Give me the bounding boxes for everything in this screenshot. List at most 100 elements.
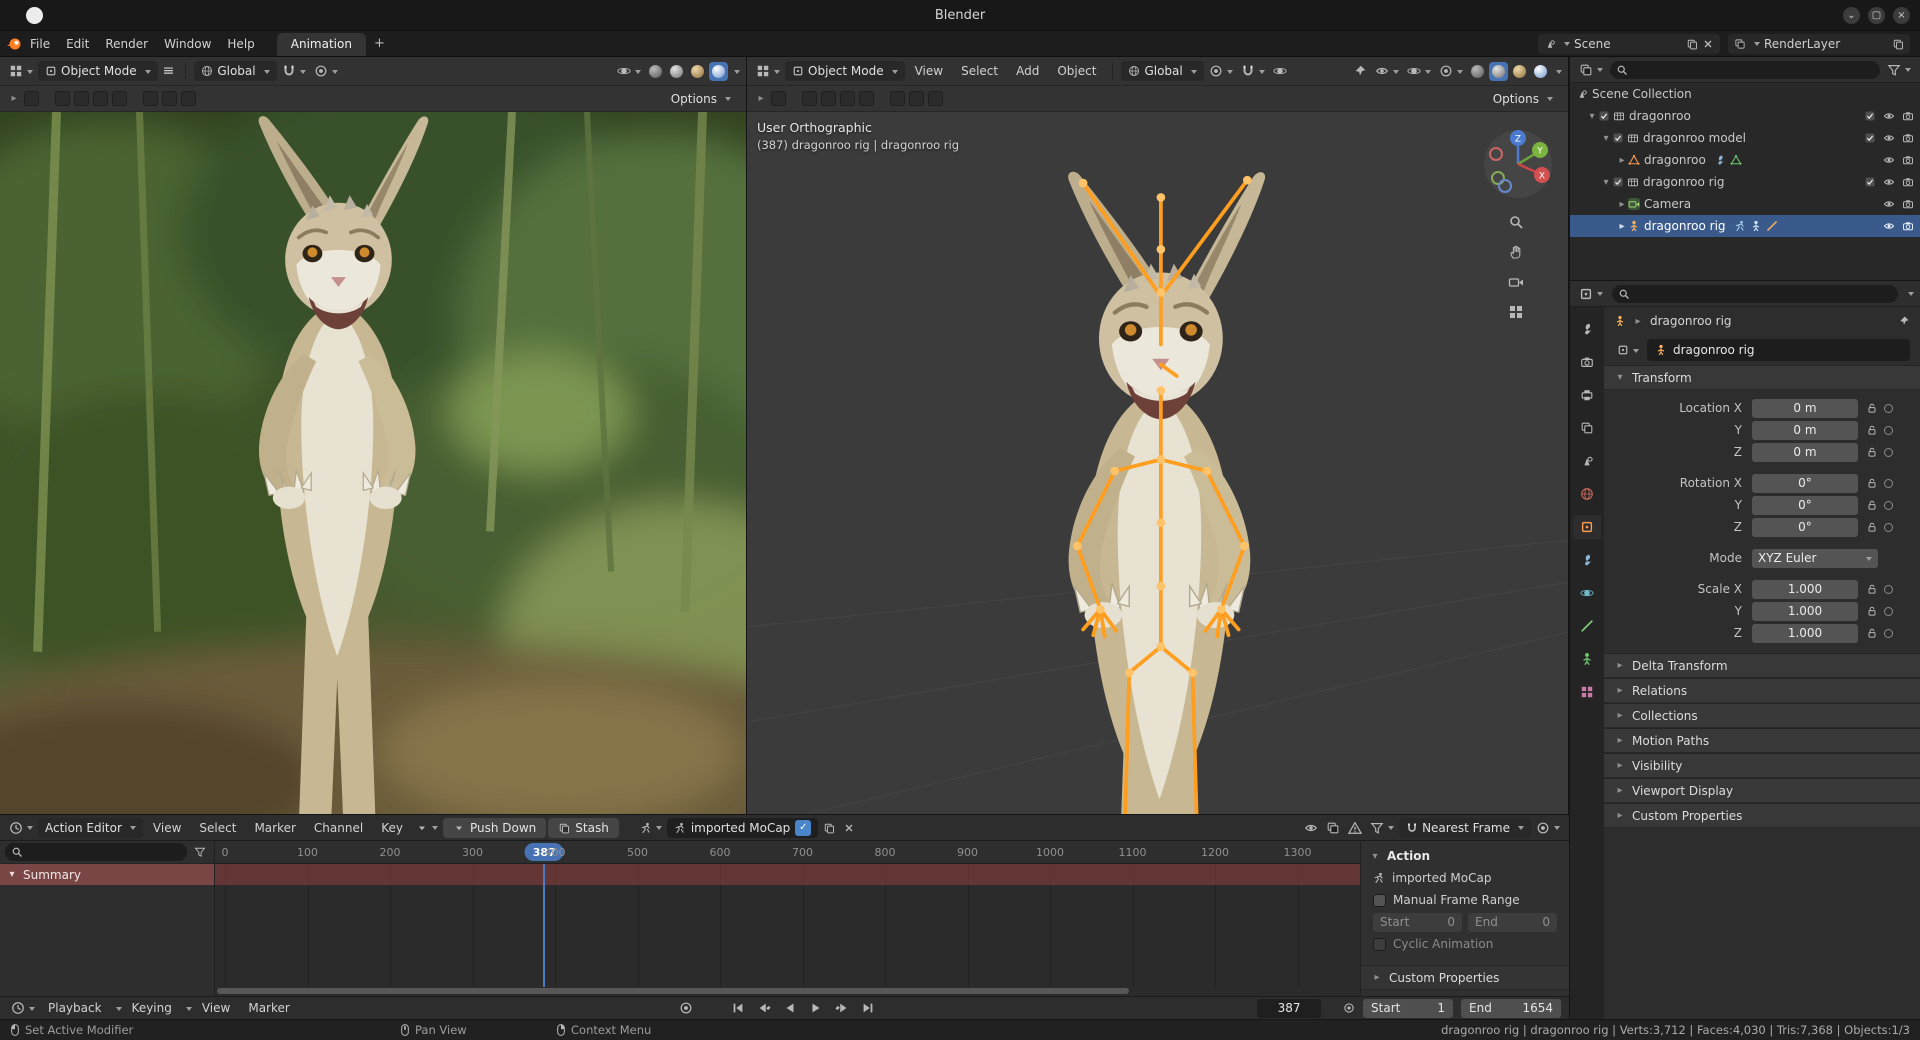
render-camera-icon[interactable]: [1902, 198, 1914, 210]
tab-output[interactable]: [1573, 383, 1601, 407]
armature-data-icon[interactable]: [1750, 220, 1762, 232]
pan-hand-icon[interactable]: [1503, 239, 1529, 265]
expand-arrow[interactable]: ▾: [1600, 133, 1612, 144]
layer-prev-dropdown[interactable]: [413, 818, 441, 838]
manual-frame-range-row[interactable]: Manual Frame Range: [1361, 889, 1569, 911]
lock-icon[interactable]: [1866, 477, 1878, 489]
eye-icon[interactable]: [1883, 176, 1895, 188]
menu-key[interactable]: Key: [373, 819, 411, 837]
lock-icon[interactable]: [1866, 424, 1878, 436]
new-scene-icon[interactable]: [1686, 38, 1698, 50]
menu-marker[interactable]: Marker: [240, 999, 297, 1017]
previous-keyframe-button[interactable]: [752, 999, 776, 1018]
mode-dropdown[interactable]: Object Mode: [38, 61, 158, 81]
menu-channel[interactable]: Channel: [306, 819, 371, 837]
frame-start-field[interactable]: Start1: [1363, 999, 1453, 1018]
action-selector-button[interactable]: [637, 818, 665, 838]
shading-solid-button[interactable]: [667, 62, 686, 81]
channel-filter-icon[interactable]: [191, 842, 209, 862]
outliner-row-collection[interactable]: ▾ dragonroo rig: [1570, 171, 1920, 193]
checkbox-icon[interactable]: [1598, 110, 1610, 122]
render-camera-icon[interactable]: [1902, 110, 1914, 122]
current-frame-field[interactable]: 387: [1257, 999, 1321, 1018]
menu-marker[interactable]: Marker: [246, 819, 303, 837]
gizmos-toggle[interactable]: [1404, 61, 1434, 81]
section-viewport-display[interactable]: ▸Viewport Display: [1604, 778, 1920, 803]
fake-user-shield-icon[interactable]: ✓: [795, 820, 811, 836]
manual-frame-range-checkbox[interactable]: [1373, 894, 1386, 907]
menu-window[interactable]: Window: [156, 35, 219, 53]
start-frame-field[interactable]: Start0: [1373, 913, 1462, 932]
editor-type-button[interactable]: [6, 61, 36, 81]
lock-icon[interactable]: [1866, 499, 1878, 511]
scale-x-field[interactable]: 1.000: [1752, 580, 1858, 599]
checkbox-icon[interactable]: [1864, 176, 1876, 188]
snap-mode-dropdown[interactable]: Nearest Frame: [1399, 818, 1531, 838]
outliner-row-armature-selected[interactable]: ▸ dragonroo rig: [1570, 215, 1920, 237]
transform-section-header[interactable]: ▾Transform: [1604, 365, 1920, 390]
zoom-icon[interactable]: [1503, 209, 1529, 235]
expand-arrow[interactable]: ▸: [1616, 155, 1628, 166]
eye-icon[interactable]: [1883, 220, 1895, 232]
menu-view[interactable]: View: [145, 819, 189, 837]
visibility-toggles-button[interactable]: [1372, 61, 1402, 81]
outliner-row-collection[interactable]: ▾ dragonroo: [1570, 105, 1920, 127]
tool-toggle[interactable]: [24, 91, 39, 106]
toggle-ortho-icon[interactable]: [1503, 299, 1529, 325]
frame-end-field[interactable]: End1654: [1461, 999, 1561, 1018]
panel-collapse-arrow[interactable]: ▸: [8, 93, 20, 104]
shading-rendered-button[interactable]: [709, 62, 728, 81]
view-layer-selector[interactable]: RenderLayer: [1728, 34, 1910, 54]
scale-y-field[interactable]: 1.000: [1752, 602, 1858, 621]
camera-view-icon[interactable]: [1503, 269, 1529, 295]
collapsed-menus-button[interactable]: ≡: [160, 61, 178, 81]
jump-to-start-button[interactable]: [726, 999, 750, 1018]
unlink-scene-icon[interactable]: [1702, 38, 1714, 50]
expand-arrow[interactable]: ▾: [1586, 111, 1598, 122]
filter-icon[interactable]: [1884, 60, 1914, 80]
shading-material-button[interactable]: [1510, 62, 1529, 81]
next-keyframe-button[interactable]: [830, 999, 854, 1018]
tool-toggle[interactable]: [890, 91, 905, 106]
tab-modifiers[interactable]: [1573, 548, 1601, 572]
close-button[interactable]: ×: [1893, 7, 1910, 24]
navigation-gizmo[interactable]: Z Y X: [1478, 126, 1554, 202]
options-dropdown[interactable]: Options: [664, 89, 738, 109]
timeline-region[interactable]: 387 010020030040050060070080090010001100…: [215, 841, 1360, 996]
custom-properties-section[interactable]: ▸Custom Properties: [1361, 965, 1569, 990]
tool-toggle[interactable]: [162, 91, 177, 106]
section-collections[interactable]: ▸Collections: [1604, 703, 1920, 728]
outliner-search-input[interactable]: [1610, 61, 1880, 79]
tab-data[interactable]: [1573, 647, 1601, 671]
tool-toggle[interactable]: [74, 91, 89, 106]
cyclic-animation-row[interactable]: Cyclic Animation: [1361, 933, 1569, 955]
animate-dot[interactable]: [1884, 629, 1893, 638]
tool-toggle[interactable]: [802, 91, 817, 106]
tool-toggle[interactable]: [840, 91, 855, 106]
shading-wireframe-button[interactable]: [646, 62, 665, 81]
maximize-button[interactable]: ▢: [1868, 7, 1885, 24]
scene-selector[interactable]: Scene: [1538, 34, 1720, 54]
shading-solid-button[interactable]: [1489, 62, 1508, 81]
cyclic-animation-checkbox[interactable]: [1373, 938, 1386, 951]
object-name-field[interactable]: dragonroo rig: [1647, 339, 1910, 361]
tab-texture[interactable]: [1573, 680, 1601, 704]
eye-icon[interactable]: [1883, 198, 1895, 210]
editor-type-button[interactable]: [8, 998, 38, 1018]
menu-playback[interactable]: Playback: [40, 999, 110, 1017]
snap-toggle[interactable]: [279, 61, 309, 81]
viewport-left[interactable]: Object Mode ≡ Global ▸ Options: [0, 57, 747, 814]
outliner-row-collection[interactable]: ▾ dragonroo model: [1570, 127, 1920, 149]
options-dropdown[interactable]: Options: [1486, 89, 1560, 109]
current-frame-line[interactable]: [543, 864, 545, 987]
modifier-wrench-icon[interactable]: [1714, 154, 1726, 166]
expand-arrow[interactable]: ▸: [1616, 221, 1628, 232]
eye-icon[interactable]: [1883, 132, 1895, 144]
animate-dot[interactable]: [1884, 607, 1893, 616]
render-camera-icon[interactable]: [1902, 220, 1914, 232]
rendered-view-canvas[interactable]: [0, 112, 746, 814]
auto-keying-toggle[interactable]: [674, 999, 698, 1018]
render-camera-icon[interactable]: [1902, 132, 1914, 144]
checkbox-icon[interactable]: [1864, 132, 1876, 144]
play-reverse-button[interactable]: [778, 999, 802, 1018]
